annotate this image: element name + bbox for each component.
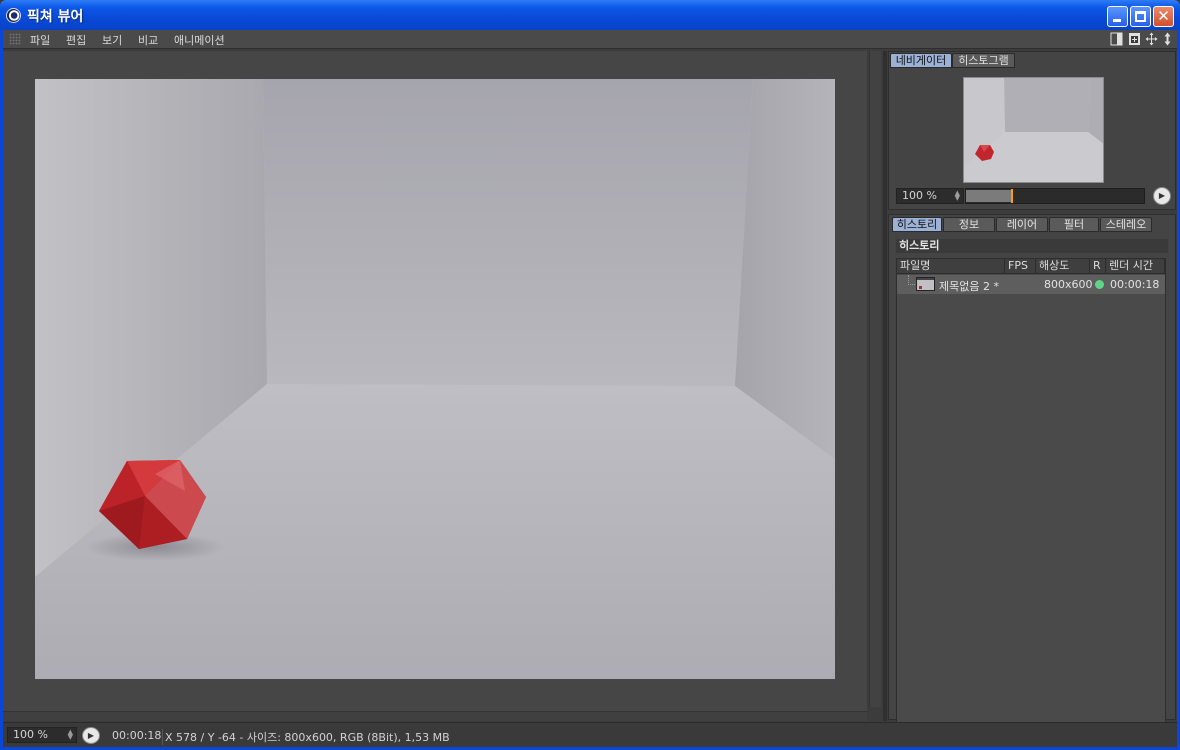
column-render-time[interactable]: 렌더 시간 xyxy=(1106,259,1165,274)
spinner-arrows-icon[interactable]: ▲ ▼ xyxy=(955,190,960,202)
move-icon[interactable] xyxy=(1145,32,1158,46)
viewer-vertical-scrollbar[interactable] xyxy=(869,51,881,707)
navigator-thumbnail[interactable] xyxy=(963,77,1104,183)
status-zoom-value: 100 % xyxy=(13,728,48,741)
tab-filter[interactable]: 필터 xyxy=(1049,217,1099,232)
navigator-zoom-slider[interactable] xyxy=(965,188,1145,204)
menu-file[interactable]: 파일 xyxy=(30,32,50,48)
tab-stereo[interactable]: 스테레오 xyxy=(1100,217,1152,232)
column-resolution[interactable]: 해상도 xyxy=(1036,259,1090,274)
minimize-icon xyxy=(1113,19,1121,22)
navigator-zoom-field[interactable]: 100 % ▲ ▼ xyxy=(896,188,964,204)
tab-layers[interactable]: 레이어 xyxy=(996,217,1048,232)
slider-fill xyxy=(966,190,1011,202)
menu-view[interactable]: 보기 xyxy=(102,32,122,48)
status-image-info: X 578 / Y -64 - 사이즈: 800x600, RGB (8Bit)… xyxy=(162,729,450,745)
layout-icon[interactable] xyxy=(1110,32,1123,46)
rendered-image[interactable] xyxy=(35,79,835,679)
image-viewport[interactable] xyxy=(3,51,867,720)
new-panel-icon[interactable] xyxy=(1128,32,1141,46)
window-title: 픽쳐 뷰어 xyxy=(27,9,84,25)
render-complete-status-icon xyxy=(1095,280,1104,289)
status-play-button[interactable]: ▶ xyxy=(82,727,100,744)
play-icon: ▶ xyxy=(1158,191,1166,200)
menu-bar: 파일 편집 보기 비교 애니메이션 xyxy=(3,30,1177,49)
column-filename[interactable]: 파일명 xyxy=(897,259,1005,274)
spinner-arrows-icon[interactable]: ▲ ▼ xyxy=(68,729,73,741)
history-section-title: 히스토리 xyxy=(896,239,1168,253)
play-icon: ▶ xyxy=(87,731,95,740)
slider-marker[interactable] xyxy=(1011,189,1013,203)
client-area: 파일 편집 보기 비교 애니메이션 네비게이터 히스토그램 100 % ▲ ▼ … xyxy=(3,30,1177,747)
tab-navigator[interactable]: 네비게이터 xyxy=(890,53,952,68)
navigator-zoom-value: 100 % xyxy=(902,189,937,202)
history-panel: 히스토리 정보 레이어 필터 스테레오 히스토리 파일명 FPS 해상도 R 렌… xyxy=(888,214,1176,744)
cinema4d-icon xyxy=(6,8,21,23)
maximize-button[interactable] xyxy=(1130,6,1151,27)
title-bar[interactable]: 픽쳐 뷰어 ✕ xyxy=(0,0,1180,30)
tab-histogram[interactable]: 히스토그램 xyxy=(952,53,1015,68)
row-render-time: 00:00:18 xyxy=(1110,278,1160,291)
history-row[interactable]: 제목없음 2 * 800x600 00:00:18 xyxy=(897,275,1165,294)
column-fps[interactable]: FPS xyxy=(1005,259,1036,274)
close-icon: ✕ xyxy=(1157,7,1170,25)
menu-compare[interactable]: 비교 xyxy=(138,32,158,48)
menu-animation[interactable]: 애니메이션 xyxy=(174,32,225,48)
close-button[interactable]: ✕ xyxy=(1153,6,1174,27)
viewer-horizontal-scrollbar[interactable] xyxy=(3,711,867,721)
row-resolution: 800x600 xyxy=(1044,278,1093,291)
history-table: 파일명 FPS 해상도 R 렌더 시간 제목없음 2 * 800x600 00:… xyxy=(896,258,1166,730)
minimize-button[interactable] xyxy=(1107,6,1128,27)
status-zoom-field[interactable]: 100 % ▲ ▼ xyxy=(7,727,77,743)
status-render-time: 00:00:18 xyxy=(112,729,162,742)
row-thumbnail xyxy=(916,277,935,291)
tree-connector xyxy=(908,275,915,285)
status-bar: 100 % ▲ ▼ ▶ 00:00:18 X 578 / Y -64 - 사이즈:… xyxy=(3,722,1177,747)
panel-divider[interactable] xyxy=(883,51,887,721)
picture-viewer-window: 픽쳐 뷰어 ✕ 파일 편집 보기 비교 애니메이션 네비게이터 히스토그램 10… xyxy=(0,0,1180,750)
column-render-status[interactable]: R xyxy=(1090,259,1106,274)
navigator-panel: 네비게이터 히스토그램 100 % ▲ ▼ ▶ xyxy=(888,51,1176,210)
menu-edit[interactable]: 편집 xyxy=(66,32,86,48)
maximize-icon xyxy=(1135,11,1146,22)
tab-history[interactable]: 히스토리 xyxy=(892,217,942,232)
navigator-play-button[interactable]: ▶ xyxy=(1153,187,1171,205)
pin-icon[interactable] xyxy=(1161,32,1174,46)
grip-icon[interactable] xyxy=(9,33,21,45)
row-filename: 제목없음 2 * xyxy=(939,280,999,293)
tab-info[interactable]: 정보 xyxy=(943,217,995,232)
